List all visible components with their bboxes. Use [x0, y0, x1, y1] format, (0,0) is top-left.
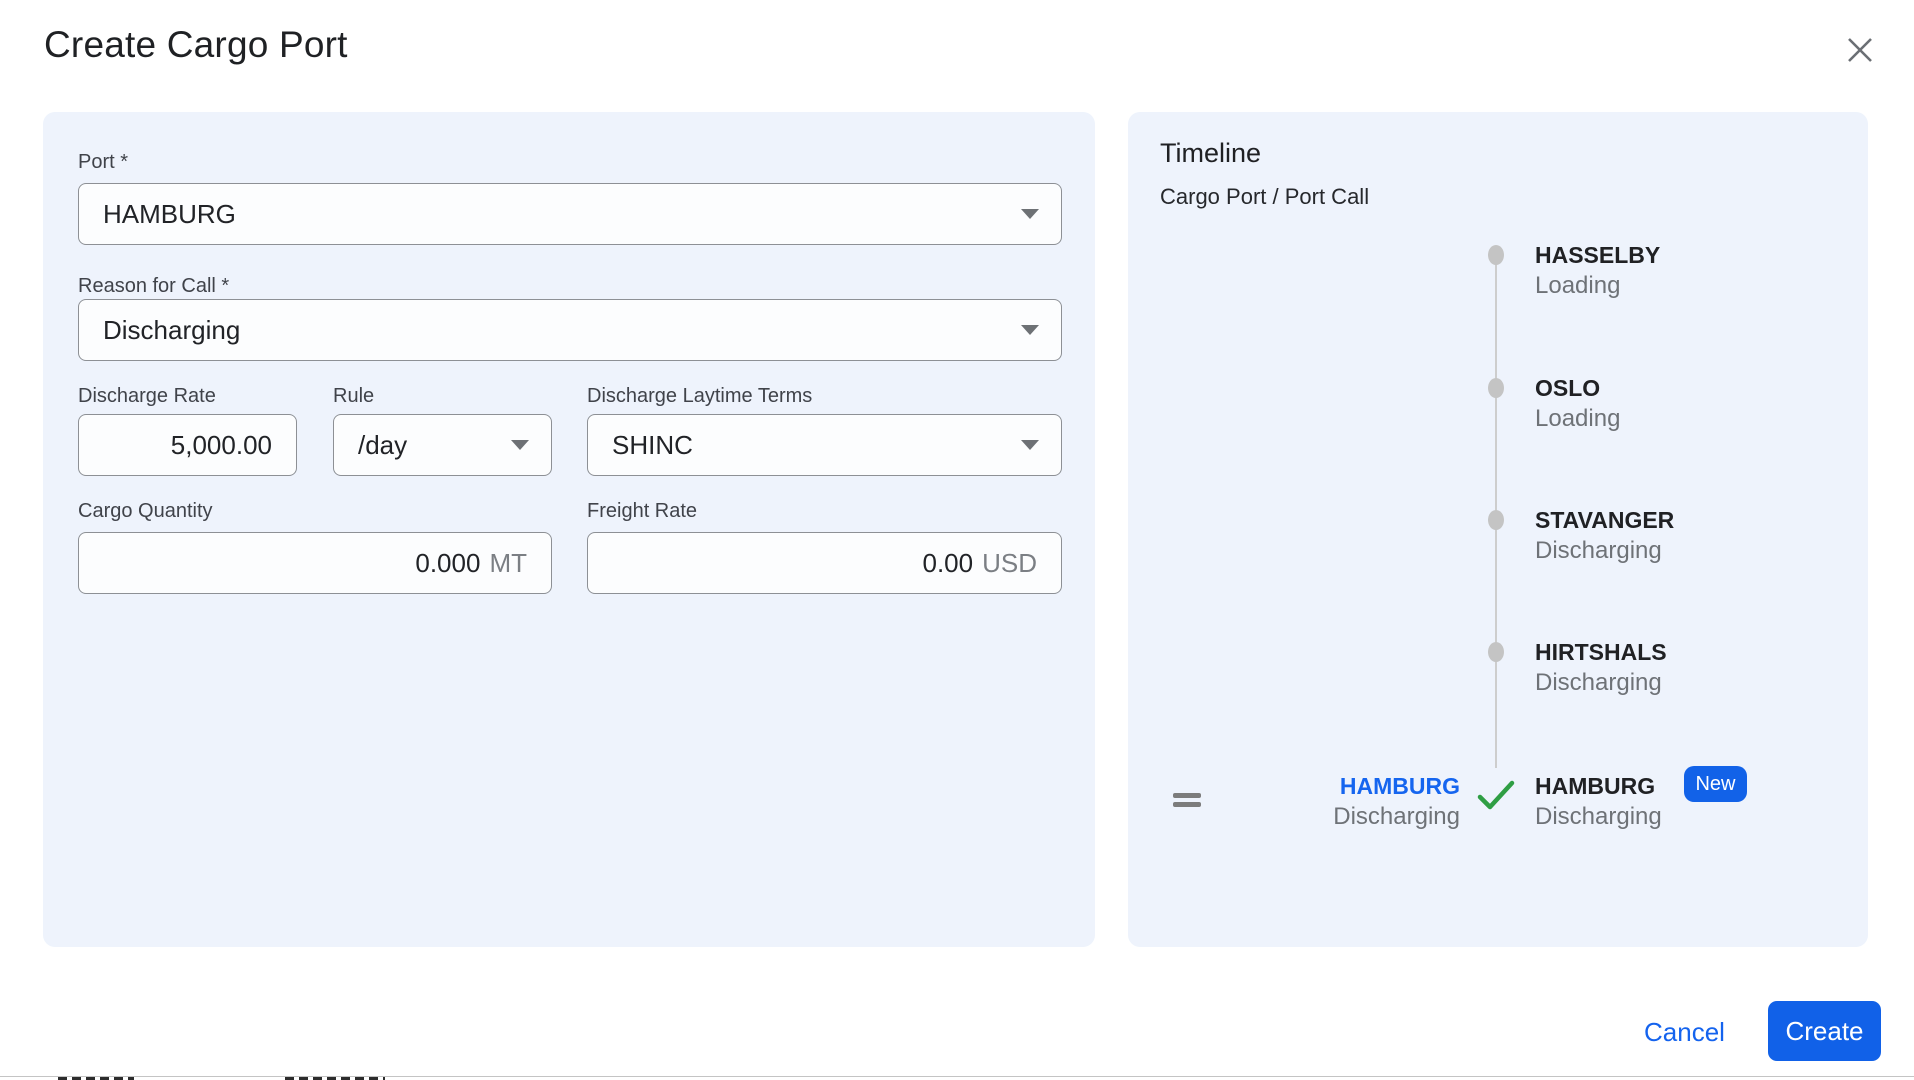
freight-rate-value: 0.00 [922, 547, 974, 578]
timeline-item-stavanger: STAVANGER Discharging [1535, 507, 1674, 566]
rule-value: /day [358, 429, 408, 460]
discharge-rate-value: 5,000.00 [170, 429, 272, 460]
timeline-cargo-port-name: HAMBURG [1339, 773, 1460, 799]
discharge-laytime-terms-select[interactable]: SHINC [587, 414, 1062, 476]
discharge-laytime-terms-label: Discharge Laytime Terms [587, 385, 813, 407]
timeline-item-hirtshals: HIRTSHALS Discharging [1535, 639, 1667, 698]
freight-rate-input[interactable]: 0.00 USD [587, 532, 1062, 594]
create-button[interactable]: Create [1768, 1001, 1881, 1061]
chevron-down-icon [511, 440, 529, 450]
close-button[interactable] [1843, 33, 1877, 67]
timeline-dot [1488, 378, 1504, 398]
cargo-port-form-panel: Port * HAMBURG Reason for Call * Dischar… [43, 112, 1095, 947]
timeline-port-status: Loading [1535, 272, 1621, 299]
timeline-port-status: Discharging [1535, 803, 1662, 830]
close-icon [1845, 35, 1875, 65]
chevron-down-icon [1021, 325, 1039, 335]
port-value: HAMBURG [103, 198, 236, 229]
page-title: Create Cargo Port [44, 24, 348, 65]
discharge-rate-input[interactable]: 5,000.00 [78, 414, 297, 476]
rule-select[interactable]: /day [333, 414, 552, 476]
cargo-quantity-input[interactable]: 0.000 MT [78, 532, 552, 594]
cargo-quantity-unit: MT [489, 547, 527, 578]
reason-for-call-label: Reason for Call * [78, 275, 230, 297]
check-icon [1476, 778, 1516, 817]
timeline-item-hasselby: HASSELBY Loading [1535, 242, 1660, 301]
timeline-cargo-port-status: Discharging [1333, 803, 1460, 830]
timeline-subtitle: Cargo Port / Port Call [1160, 184, 1370, 209]
discharge-laytime-terms-value: SHINC [612, 429, 693, 460]
timeline-dot [1488, 245, 1504, 265]
timeline-dot [1488, 510, 1504, 530]
chevron-down-icon [1021, 440, 1039, 450]
rule-label: Rule [333, 385, 375, 407]
timeline-item-hamburg-new: HAMBURG Discharging [1535, 773, 1662, 832]
timeline-title: Timeline [1160, 138, 1262, 168]
timeline-port-name: HIRTSHALS [1535, 639, 1667, 665]
timeline-port-status: Discharging [1535, 669, 1662, 696]
timeline-port-name: OSLO [1535, 375, 1601, 401]
reason-for-call-value: Discharging [103, 314, 241, 345]
timeline-cargo-port-hamburg: HAMBURG Discharging [1333, 773, 1460, 832]
timeline-port-status: Loading [1535, 405, 1621, 432]
reason-for-call-select[interactable]: Discharging [78, 299, 1062, 361]
timeline-port-name: HASSELBY [1535, 242, 1661, 268]
chevron-down-icon [1021, 209, 1039, 219]
timeline-port-name: STAVANGER [1535, 507, 1675, 533]
drag-handle-icon[interactable] [1173, 793, 1201, 807]
timeline-panel: Timeline Cargo Port / Port Call HASSELBY… [1128, 112, 1868, 947]
freight-rate-label: Freight Rate [587, 500, 698, 522]
timeline-port-name: HAMBURG [1535, 773, 1656, 799]
timeline-port-status: Discharging [1535, 537, 1662, 564]
timeline-item-oslo: OSLO Loading [1535, 375, 1620, 434]
cargo-quantity-label: Cargo Quantity [78, 500, 213, 522]
cancel-button[interactable]: Cancel [1638, 1016, 1730, 1049]
timeline-dot [1488, 642, 1504, 662]
discharge-rate-label: Discharge Rate [78, 385, 216, 407]
freight-rate-unit: USD [982, 547, 1037, 578]
cargo-quantity-value: 0.000 [415, 547, 481, 578]
new-badge: New [1684, 766, 1747, 802]
port-select[interactable]: HAMBURG [78, 183, 1062, 245]
port-label: Port * [78, 151, 129, 173]
